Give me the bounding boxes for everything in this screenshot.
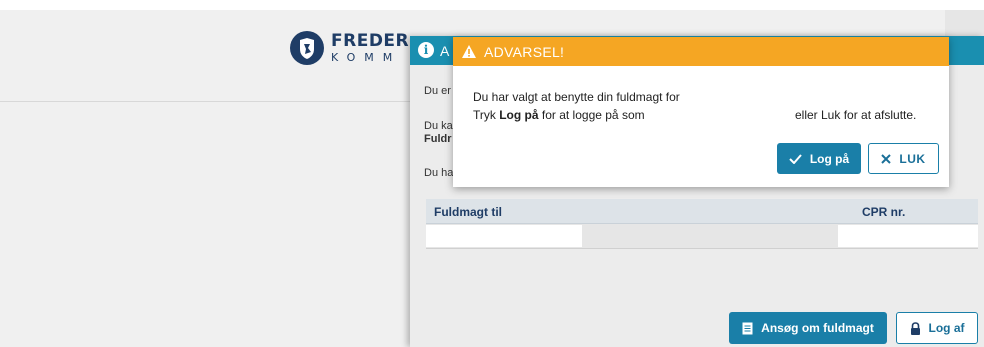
- coat-of-arms-icon: [290, 31, 324, 65]
- close-icon: [881, 153, 892, 164]
- warning-line2-pre: Tryk: [473, 108, 500, 122]
- close-button[interactable]: LUK: [868, 143, 939, 174]
- table-cell-cpr: [838, 225, 978, 247]
- header-divider: [0, 101, 410, 102]
- info-text-2: Du ka: [424, 120, 453, 132]
- warning-dialog: ADVARSEL! Du har valgt at benytte din fu…: [453, 37, 949, 187]
- warning-dialog-title: ADVARSEL!: [484, 44, 565, 60]
- logout-button[interactable]: Log af: [896, 312, 978, 344]
- column-proxy-for: Fuldmagt til: [434, 205, 502, 219]
- document-icon: [742, 322, 753, 334]
- check-icon: [789, 153, 802, 164]
- warning-dialog-header: ADVARSEL!: [453, 37, 949, 66]
- info-text-1: Du er: [424, 85, 451, 97]
- apply-proxy-label: Ansøg om fuldmagt: [761, 321, 874, 335]
- table-row[interactable]: [426, 224, 978, 249]
- warning-line2-mid: for at logge på som: [538, 108, 645, 122]
- top-strip: [0, 0, 984, 10]
- info-dialog-title: A: [440, 43, 450, 59]
- warning-line2-bold: Log på: [499, 108, 539, 122]
- municipality-logo[interactable]: FREDER KOMM: [290, 31, 409, 65]
- proxy-table-header: Fuldmagt til CPR nr.: [426, 199, 978, 224]
- info-icon: i: [418, 42, 434, 58]
- close-label: LUK: [899, 151, 926, 166]
- table-cell-name: [426, 225, 582, 247]
- warning-line2-post: eller Luk for at afslutte.: [795, 108, 917, 122]
- lock-icon: [910, 321, 920, 335]
- info-text-4: Du ha: [424, 167, 454, 179]
- warning-icon: [462, 45, 476, 58]
- logo-name: FREDER: [331, 31, 410, 51]
- login-button[interactable]: Log på: [777, 143, 861, 174]
- logo-subtitle: KOMM: [331, 51, 402, 64]
- logout-label: Log af: [928, 321, 965, 335]
- apply-proxy-button[interactable]: Ansøg om fuldmagt: [729, 312, 887, 344]
- warning-message-line1: Du har valgt at benytte din fuldmagt for: [473, 90, 680, 104]
- info-text-3: Fuldr: [424, 133, 452, 145]
- column-cpr: CPR nr.: [862, 205, 906, 219]
- warning-message-line2: Tryk Log på for at logge på som eller Lu…: [473, 108, 933, 122]
- login-label: Log på: [809, 151, 850, 166]
